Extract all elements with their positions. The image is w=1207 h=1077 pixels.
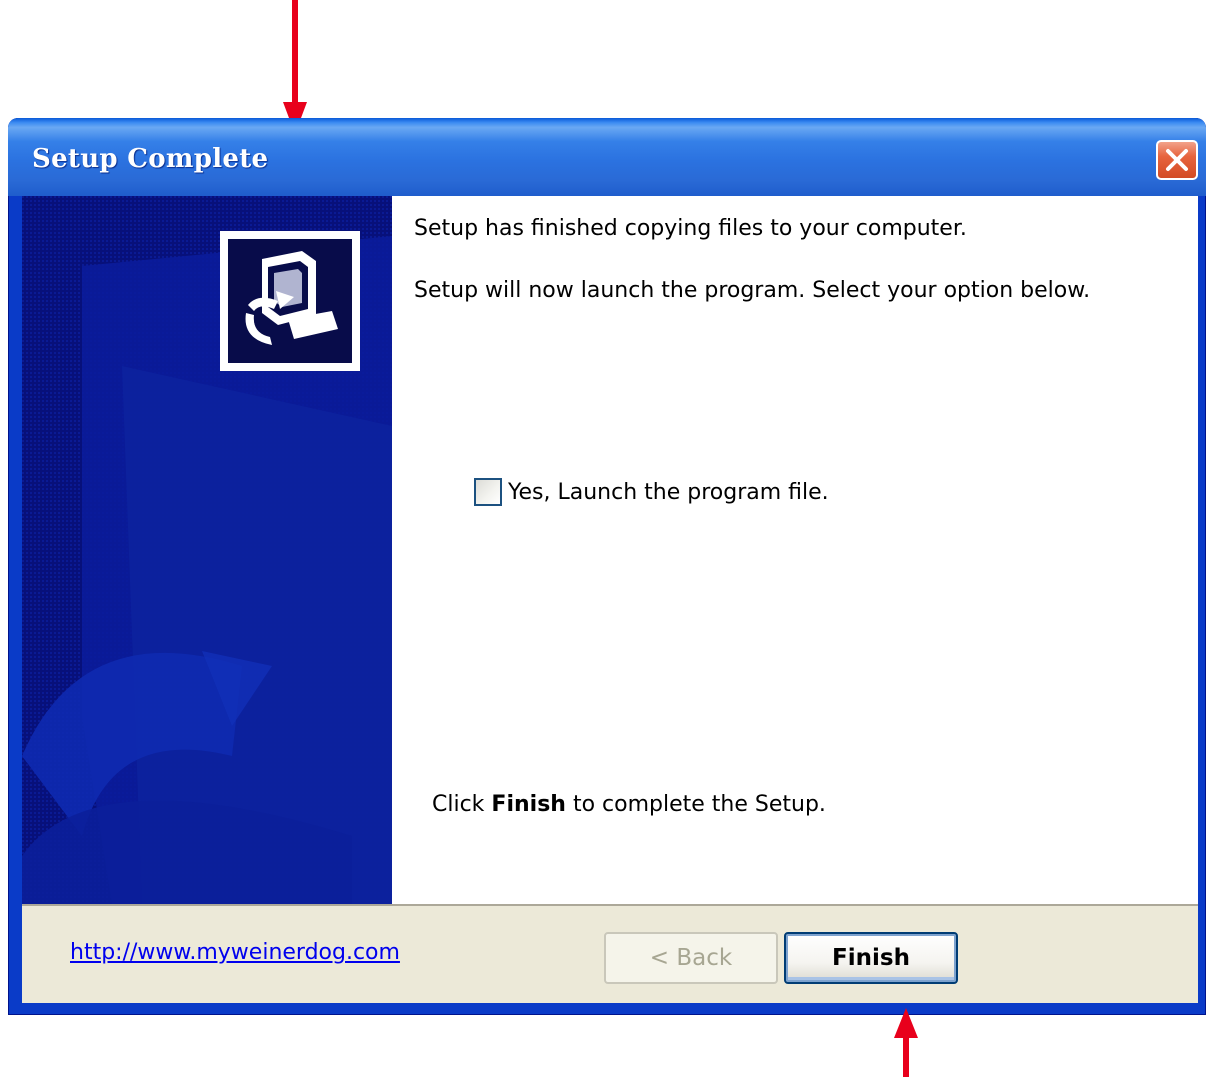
finish-button[interactable]: Finish xyxy=(784,932,958,984)
launch-program-option[interactable]: Yes, Launch the program file. xyxy=(474,478,829,506)
launch-program-label[interactable]: Yes, Launch the program file. xyxy=(508,480,829,505)
annotation-arrow-bottom-icon xyxy=(894,1008,918,1077)
setup-dialog: Setup Complete Setup has finished copyin… xyxy=(8,118,1206,1015)
close-button[interactable] xyxy=(1156,140,1198,180)
dialog-client-area: Setup has finished copying files to your… xyxy=(22,196,1198,1003)
setup-finished-message: Setup has finished copying files to your… xyxy=(414,216,967,241)
finish-instruction-bold: Finish xyxy=(491,792,566,817)
annotation-arrow-top-icon xyxy=(283,0,307,134)
back-button[interactable]: < Back xyxy=(604,932,778,984)
dialog-content: Setup has finished copying files to your… xyxy=(392,196,1198,904)
finish-instruction: Click Finish to complete the Setup. xyxy=(432,792,826,817)
close-icon xyxy=(1166,149,1188,171)
window-title: Setup Complete xyxy=(32,144,269,174)
launch-program-checkbox[interactable] xyxy=(474,478,502,506)
website-link[interactable]: http://www.myweinerdog.com xyxy=(70,940,400,965)
dialog-footer: http://www.myweinerdog.com < Back Finish xyxy=(22,904,1198,1003)
finish-instruction-prefix: Click xyxy=(432,792,492,817)
setup-computer-icon xyxy=(220,231,360,371)
title-bar: Setup Complete xyxy=(8,118,1206,196)
setup-banner xyxy=(22,196,392,904)
launch-prompt-message: Setup will now launch the program. Selec… xyxy=(414,278,1091,303)
finish-instruction-suffix: to complete the Setup. xyxy=(565,792,826,817)
